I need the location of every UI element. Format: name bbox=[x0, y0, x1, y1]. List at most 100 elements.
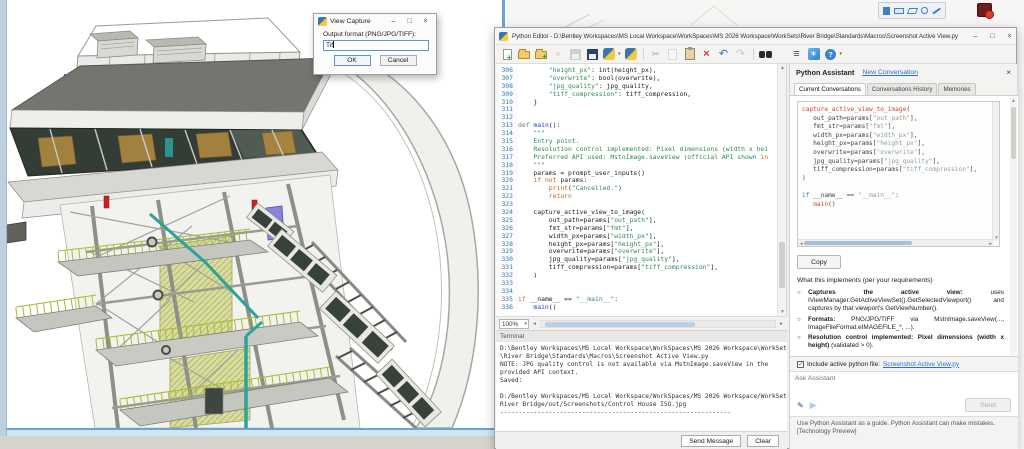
codeblock-vertical-scrollbar[interactable]: ▼ bbox=[992, 102, 999, 241]
code-line: capture_active_view_to_image( bbox=[802, 106, 977, 115]
code-line: fmt_str=params["fmt"], bbox=[802, 123, 977, 132]
assistant-scrollbar[interactable]: ▲ bbox=[1010, 97, 1017, 356]
save-icon[interactable] bbox=[585, 47, 599, 61]
run-options-caret-icon[interactable]: ▾ bbox=[618, 51, 621, 57]
code-line: out_path=params["out_path"], bbox=[802, 115, 977, 124]
scroll-up-icon[interactable]: ▲ bbox=[778, 65, 787, 71]
help-icon[interactable]: ? bbox=[824, 47, 838, 61]
undo-icon[interactable]: ↶ bbox=[717, 47, 731, 61]
tab-conversations-history[interactable]: Conversations History bbox=[867, 83, 938, 95]
clear-button[interactable]: Clear bbox=[747, 435, 779, 447]
python-icon bbox=[318, 17, 327, 26]
assistant-code-block[interactable]: capture_active_view_to_image( out_path=p… bbox=[797, 101, 1000, 247]
rectangle-tool-icon[interactable] bbox=[894, 8, 903, 14]
editor-titlebar[interactable]: Python Editor - D:\Bentley Workspaces\MS… bbox=[495, 28, 1016, 45]
minimize-icon[interactable]: – bbox=[387, 15, 400, 28]
scroll-right-icon[interactable]: ► bbox=[779, 321, 784, 327]
copy-icon[interactable] bbox=[666, 47, 680, 61]
scroll-thumb[interactable] bbox=[779, 242, 785, 288]
code-vertical-scrollbar[interactable]: ▲ ▼ bbox=[777, 64, 786, 316]
code-line: overwrite=params["overwrite"], bbox=[802, 149, 977, 158]
send-arrow-icon: ▶ bbox=[810, 400, 959, 411]
terminal-header: Terminal bbox=[496, 330, 787, 342]
code-horizontal-scrollbar[interactable] bbox=[540, 320, 776, 328]
code-editor-pane[interactable]: 306 "height_px": int(height_px),307 "ove… bbox=[496, 64, 787, 316]
debug-python-icon[interactable] bbox=[624, 47, 638, 61]
text-caret bbox=[333, 41, 334, 48]
assistant-toggle-icon[interactable]: ∗ bbox=[807, 47, 821, 61]
python-editor-window: Python Editor - D:\Bentley Workspaces\MS… bbox=[494, 27, 1017, 449]
line-tool-icon[interactable] bbox=[932, 7, 940, 14]
send-message-button[interactable]: Send Message bbox=[681, 435, 741, 447]
new-conversation-link[interactable]: New Conversation bbox=[862, 69, 998, 76]
cut-icon[interactable]: ✂ bbox=[649, 47, 663, 61]
terminal-line: River Bridge/out/Screenshots/Control Hou… bbox=[500, 401, 787, 409]
code-line: ) bbox=[802, 175, 977, 184]
ok-button[interactable]: OK bbox=[334, 55, 371, 66]
scroll-thumb[interactable] bbox=[804, 241, 912, 245]
terminal-output[interactable]: D:\Bentley Workspaces\MS Local Workspace… bbox=[496, 342, 787, 431]
terminal-line: D:\Bentley Workspaces\MS Local Workspace… bbox=[500, 345, 787, 353]
copy-button[interactable]: Copy bbox=[797, 255, 841, 269]
open-file-icon[interactable] bbox=[517, 47, 531, 61]
scroll-left-icon[interactable]: ◄ bbox=[532, 321, 537, 327]
circle-tool-icon[interactable] bbox=[921, 7, 928, 14]
active-file-link[interactable]: Screenshot Active View.py bbox=[883, 361, 959, 368]
maximize-icon[interactable]: □ bbox=[403, 15, 416, 28]
edit-icon[interactable]: ✎ bbox=[797, 401, 804, 410]
view-bottom-scrollbar[interactable] bbox=[7, 428, 494, 436]
implements-list: ○Captures the active view: uses IViewMan… bbox=[797, 289, 1004, 352]
code-line bbox=[802, 183, 977, 192]
close-icon[interactable]: × bbox=[1006, 68, 1011, 77]
code-line: 322 return bbox=[496, 193, 777, 201]
view-left-scrollbar[interactable] bbox=[0, 0, 7, 436]
redo-icon[interactable]: ↷ bbox=[734, 47, 748, 61]
include-file-checkbox[interactable]: ✓ bbox=[797, 361, 804, 368]
zoom-select[interactable]: 100%▾ bbox=[499, 319, 529, 329]
run-python-icon[interactable] bbox=[602, 47, 616, 61]
python-icon bbox=[499, 32, 508, 41]
minimize-icon[interactable]: – bbox=[969, 30, 982, 43]
close-icon[interactable]: × bbox=[1003, 30, 1016, 43]
format-input[interactable]: Tif bbox=[323, 40, 429, 51]
find-icon[interactable] bbox=[759, 47, 773, 61]
code-line: 333 bbox=[496, 280, 777, 288]
shape-tool-icon[interactable] bbox=[907, 8, 919, 14]
tab-memories[interactable]: Memories bbox=[938, 83, 975, 95]
code-line: 311 bbox=[496, 106, 777, 114]
close-icon[interactable]: × bbox=[419, 15, 432, 28]
format-lines-icon[interactable]: ≡ bbox=[790, 47, 804, 61]
editor-title: Python Editor - D:\Bentley Workspaces\MS… bbox=[512, 33, 965, 40]
scroll-down-icon[interactable]: ▼ bbox=[778, 309, 787, 315]
microstation-screen: View Capture – □ × Output format (PNG/JP… bbox=[0, 0, 1024, 449]
implements-heading: What this implements (per your requireme… bbox=[797, 277, 1002, 284]
scroll-left-icon: ◄ bbox=[799, 240, 803, 247]
save-all-icon[interactable] bbox=[568, 47, 582, 61]
new-file-icon[interactable]: + bbox=[500, 47, 514, 61]
scroll-down-icon: ▼ bbox=[993, 235, 1000, 240]
close-file-icon[interactable]: × bbox=[551, 47, 565, 61]
scroll-thumb[interactable] bbox=[545, 322, 695, 327]
codeblock-horizontal-scrollbar[interactable]: ◄ ► bbox=[798, 239, 994, 246]
cancel-button[interactable]: Cancel bbox=[380, 55, 417, 66]
maximize-icon[interactable]: □ bbox=[986, 30, 999, 43]
help-caret-icon[interactable]: ▾ bbox=[840, 51, 843, 57]
dialog-titlebar[interactable]: View Capture – □ × bbox=[314, 14, 436, 29]
code-line: 332 ) bbox=[496, 272, 777, 280]
scroll-thumb[interactable] bbox=[1011, 107, 1016, 159]
tab-current-conversations[interactable]: Current Conversations bbox=[794, 83, 866, 95]
code-line: if __name__ == "__main__": bbox=[802, 192, 977, 201]
ask-assistant-input[interactable] bbox=[790, 372, 1018, 394]
assistant-header: Python Assistant New Conversation × bbox=[790, 64, 1017, 81]
send-button[interactable]: Send bbox=[965, 398, 1011, 412]
terminal-line: Saved: bbox=[500, 377, 787, 385]
paste-icon[interactable] bbox=[683, 47, 697, 61]
implements-bullet: ○Captures the active view: uses IViewMan… bbox=[797, 289, 1004, 314]
record-tool-icon[interactable] bbox=[977, 3, 992, 17]
editor-toolbar: + + × ▾ ✂ × ↶ ↷ ≡ ∗ ? ▾ bbox=[495, 45, 1016, 64]
add-file-icon[interactable]: + bbox=[534, 47, 548, 61]
assistant-title: Python Assistant bbox=[796, 68, 854, 77]
terminal-line bbox=[500, 385, 787, 393]
delete-icon[interactable]: × bbox=[700, 47, 714, 61]
select-tool-icon[interactable] bbox=[883, 7, 890, 15]
